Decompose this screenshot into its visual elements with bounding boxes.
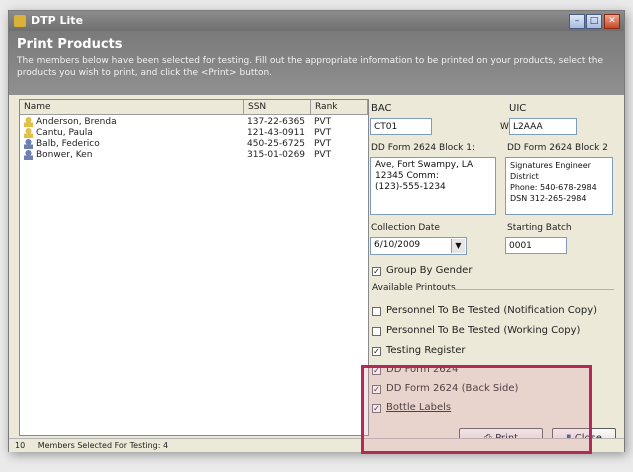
chevron-down-icon[interactable]: ▼	[451, 239, 465, 253]
block1-label: DD Form 2624 Block 1:	[371, 143, 475, 153]
column-header-ssn[interactable]: SSN	[244, 100, 311, 115]
member-rank: PVT	[314, 150, 332, 160]
block1-line: (123)-555-1234	[375, 182, 446, 192]
minimize-button[interactable]: –	[569, 14, 585, 29]
maximize-button[interactable]: □	[586, 14, 602, 29]
table-row[interactable]: Balb, Federico 450-25-6725 PVT	[20, 139, 366, 150]
printout-label[interactable]: Personnel To Be Tested (Working Copy)	[386, 325, 580, 336]
table-row[interactable]: Bonwer, Ken 315-01-0269 PVT	[20, 150, 366, 161]
printout-label[interactable]: Testing Register	[386, 345, 466, 356]
status-text: Members Selected For Testing: 4	[37, 441, 169, 450]
group-by-gender-checkbox[interactable]: ✓	[372, 267, 381, 276]
member-name: Anderson, Brenda	[36, 117, 117, 127]
page-title: Print Products	[17, 37, 123, 52]
table-row[interactable]: Anderson, Brenda 137-22-6365 PVT	[20, 117, 366, 128]
block2-line: District	[510, 172, 539, 181]
app-icon	[14, 15, 26, 27]
bac-label: BAC	[371, 103, 392, 114]
member-name: Cantu, Paula	[36, 128, 93, 138]
window-title: DTP Lite	[31, 14, 84, 27]
printout-checkbox-testing-register[interactable]: ✓	[372, 347, 381, 356]
male-person-icon	[24, 150, 33, 160]
printout-checkbox-notification[interactable]	[372, 307, 381, 316]
block2-line: DSN 312-265-2984	[510, 194, 587, 203]
block2-line: Phone: 540-678-2984	[510, 183, 597, 192]
block1-line: 12345 Comm:	[375, 171, 439, 181]
printouts-group-label: Available Printouts	[372, 283, 456, 293]
status-prefix: 10	[15, 441, 26, 450]
female-person-icon	[24, 128, 33, 138]
collection-date-label: Collection Date	[371, 223, 440, 233]
member-ssn: 450-25-6725	[247, 139, 306, 149]
female-person-icon	[24, 117, 33, 127]
member-name: Balb, Federico	[36, 139, 100, 149]
members-list[interactable]: Name SSN Rank Anderson, Brenda 137-22-63…	[19, 99, 369, 436]
uic-label: UIC	[509, 103, 527, 114]
member-rank: PVT	[314, 117, 332, 127]
block2-textarea[interactable]: Signatures Engineer District Phone: 540-…	[505, 157, 613, 215]
block2-label: DD Form 2624 Block 2	[507, 143, 608, 153]
member-ssn: 315-01-0269	[247, 150, 306, 160]
member-ssn: 121-43-0911	[247, 128, 306, 138]
uic-input[interactable]	[509, 118, 577, 135]
printout-checkbox-working[interactable]	[372, 327, 381, 336]
column-header-name[interactable]: Name	[20, 100, 244, 115]
group-divider	[449, 289, 614, 290]
starting-batch-label: Starting Batch	[507, 223, 572, 233]
starting-batch-input[interactable]	[505, 237, 567, 254]
title-bar[interactable]: DTP Lite – □ ✕	[9, 11, 624, 31]
member-rank: PVT	[314, 128, 332, 138]
block1-textarea[interactable]: Ave, Fort Swampy, LA 12345 Comm: (123)-5…	[370, 157, 496, 215]
block2-line: Signatures Engineer	[510, 161, 591, 170]
member-ssn: 137-22-6365	[247, 117, 306, 127]
page-header: Print Products The members below have be…	[9, 31, 624, 95]
member-name: Bonwer, Ken	[36, 150, 93, 160]
page-description: The members below have been selected for…	[17, 56, 604, 78]
annotation-highlight-box	[361, 365, 592, 454]
column-header-rank[interactable]: Rank	[311, 100, 368, 115]
collection-date-value: 6/10/2009	[374, 240, 421, 250]
member-rank: PVT	[314, 139, 332, 149]
group-by-gender-label[interactable]: Group By Gender	[386, 265, 472, 276]
printout-label[interactable]: Personnel To Be Tested (Notification Cop…	[386, 305, 597, 316]
male-person-icon	[24, 139, 33, 149]
collection-date-picker[interactable]: 6/10/2009 ▼	[370, 237, 467, 255]
uic-prefix: W	[500, 122, 509, 132]
close-window-button[interactable]: ✕	[604, 14, 620, 29]
bac-input[interactable]	[370, 118, 432, 135]
table-row[interactable]: Cantu, Paula 121-43-0911 PVT	[20, 128, 366, 139]
block1-line: Ave, Fort Swampy, LA	[375, 160, 474, 170]
